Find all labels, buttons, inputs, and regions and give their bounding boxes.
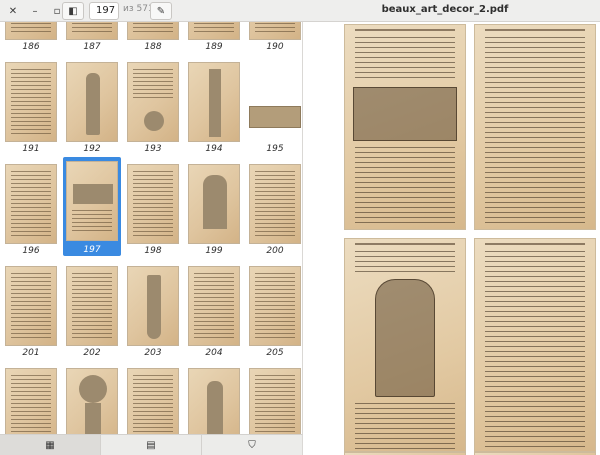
header-bar: ✕ – ▫ ◧ 197 из 571 ✎ beaux_art_decor_2.p… <box>0 0 600 22</box>
page-thumbnail[interactable] <box>127 266 179 346</box>
page-thumbnail[interactable] <box>127 164 179 244</box>
thumbnail-page-label: 196 <box>22 246 40 256</box>
annotations-icon: ▤ <box>146 439 156 451</box>
thumbnail-page-label: 186 <box>22 42 40 52</box>
page-thumbnail[interactable] <box>5 62 57 142</box>
page-thumbnail[interactable] <box>5 368 57 434</box>
thumbnail-page-label: 204 <box>205 348 223 358</box>
page-thumbnail[interactable] <box>188 22 240 40</box>
page-thumbnail[interactable] <box>188 62 240 142</box>
page-thumbnail[interactable] <box>188 164 240 244</box>
thumbnail-page-label: 197 <box>83 245 101 255</box>
thumbnail-page-label: 187 <box>83 42 101 52</box>
document-page[interactable] <box>474 238 596 452</box>
thumbnail-page-label: 188 <box>144 42 162 52</box>
page-thumbnail[interactable] <box>249 22 301 40</box>
thumbnail-page-label: 195 <box>266 144 284 154</box>
sidebar-tab-bar: ▦ ▤ ⛉ <box>0 434 303 455</box>
page-thumbnail[interactable] <box>127 368 179 434</box>
page-thumbnail[interactable] <box>127 62 179 142</box>
page-thumbnail[interactable] <box>127 22 179 40</box>
selected-thumbnail[interactable]: 197 <box>63 157 121 256</box>
thumbnail-page-label: 193 <box>144 144 162 154</box>
tab-bookmarks[interactable]: ⛉ <box>202 435 302 455</box>
document-title: beaux_art_decor_2.pdf <box>381 4 509 15</box>
document-page[interactable] <box>344 238 466 452</box>
page-thumbnail[interactable] <box>5 22 57 40</box>
thumbnail-page-label: 201 <box>22 348 40 358</box>
thumbnail-page-label: 198 <box>144 246 162 256</box>
tab-thumbnails[interactable]: ▦ <box>0 435 101 455</box>
thumbnail-page-label: 203 <box>144 348 162 358</box>
page-thumbnail[interactable] <box>66 161 118 241</box>
page-thumbnail[interactable] <box>66 266 118 346</box>
thumbnail-page-label: 202 <box>83 348 101 358</box>
page-thumbnail[interactable] <box>66 368 118 434</box>
document-page[interactable] <box>344 24 466 230</box>
thumbnail-page-label: 190 <box>266 42 284 52</box>
thumbnail-page-label: 199 <box>205 246 223 256</box>
thumbnail-page-label: 189 <box>205 42 223 52</box>
bookmark-icon: ⛉ <box>248 439 256 451</box>
thumbnail-sidebar[interactable]: 186 187 188 189 190 191 192 193 194 195 … <box>0 22 303 434</box>
page-thumbnail[interactable] <box>66 22 118 40</box>
page-thumbnail[interactable] <box>66 62 118 142</box>
page-thumbnail[interactable] <box>249 62 301 142</box>
tab-annotations[interactable]: ▤ <box>101 435 202 455</box>
page-thumbnail[interactable] <box>249 164 301 244</box>
page-thumbnail[interactable] <box>188 368 240 434</box>
thumbnails-icon: ▦ <box>45 439 55 451</box>
thumbnail-page-label: 200 <box>266 246 284 256</box>
page-thumbnail[interactable] <box>249 266 301 346</box>
page-thumbnail[interactable] <box>188 266 240 346</box>
page-thumbnail[interactable] <box>5 266 57 346</box>
thumbnail-page-label: 194 <box>205 144 223 154</box>
page-thumbnail[interactable] <box>249 368 301 434</box>
thumbnail-page-label: 192 <box>83 144 101 154</box>
document-page[interactable] <box>474 24 596 230</box>
thumbnail-page-label: 205 <box>266 348 284 358</box>
document-view[interactable] <box>304 22 600 455</box>
thumbnail-page-label: 191 <box>22 144 40 154</box>
page-thumbnail[interactable] <box>5 164 57 244</box>
